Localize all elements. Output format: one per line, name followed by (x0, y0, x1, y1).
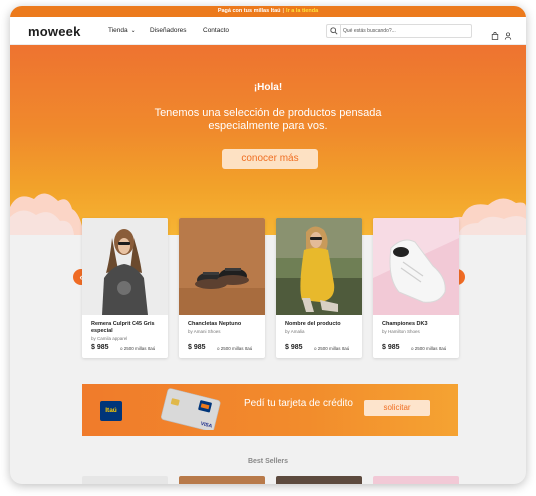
conocer-mas-button[interactable]: conocer más (222, 149, 318, 169)
product-card[interactable]: Chancletas Neptuno by Amani Shoes $ 985 … (179, 218, 265, 358)
product-price: $ 985 (188, 344, 206, 351)
product-card-peek (82, 476, 168, 484)
product-brand: by Amalia (285, 329, 305, 334)
product-price: $ 985 (382, 344, 400, 351)
itau-logo: Itaú (100, 401, 122, 421)
shopping-bag-icon[interactable] (491, 27, 499, 45)
product-name[interactable]: Remera Culprit C45 Gris especial (91, 321, 163, 334)
search-box[interactable] (326, 24, 472, 38)
product-name[interactable]: Nombre del producto (285, 321, 357, 328)
product-price: $ 985 (91, 344, 109, 351)
product-image[interactable] (373, 218, 459, 315)
product-image[interactable] (179, 218, 265, 315)
logo[interactable]: moweek (28, 24, 81, 39)
nav-link-disenadores[interactable]: Diseñadores (150, 27, 187, 34)
nav-link-contacto[interactable]: Contacto (203, 27, 229, 34)
best-sellers-title: Best Sellers (247, 458, 289, 465)
credit-card-image: VISA (161, 388, 221, 430)
chevron-down-icon: ⌄ (130, 28, 136, 34)
product-miles: o 2500 millas Itaú (120, 346, 156, 351)
hero-banner: ¡Hola! Tenemos una selección de producto… (10, 45, 526, 235)
hero-text: Tenemos una selección de productos pensa… (154, 107, 382, 132)
product-image[interactable] (276, 218, 362, 315)
hero-greeting: ¡Hola! (253, 82, 283, 93)
promo-bar: Pagá con tus millas Itaú | Ir a la tienda (10, 6, 526, 17)
nav-link-tienda[interactable]: Tienda ⌄ (108, 27, 136, 34)
product-name[interactable]: Championes DK3 (382, 321, 454, 328)
product-card-peek (179, 476, 265, 484)
product-brand: by Hamilton Shoes (382, 329, 420, 334)
browser-frame: Pagá con tus millas Itaú | Ir a la tienda … (10, 6, 526, 484)
product-miles: o 2500 millas Itaú (411, 346, 447, 351)
product-card[interactable]: Remera Culprit C45 Gris especial by Cami… (82, 218, 168, 358)
solicitar-button[interactable]: solicitar (364, 400, 430, 416)
product-card-peek (276, 476, 362, 484)
product-brand: by Amani Shoes (188, 329, 221, 334)
product-card[interactable]: Championes DK3 by Hamilton Shoes $ 985 o… (373, 218, 459, 358)
promo-separator: | (282, 8, 285, 14)
nav-link-tienda-label: Tienda (108, 27, 128, 34)
promo-text: Pagá con tus millas Itaú (217, 8, 281, 14)
product-miles: o 2500 millas Itaú (314, 346, 350, 351)
promo-link[interactable]: Ir a la tienda (286, 8, 318, 14)
user-icon[interactable] (504, 27, 512, 45)
search-input[interactable] (343, 25, 469, 37)
product-brand: by Camila apparel (91, 336, 128, 341)
product-name[interactable]: Chancletas Neptuno (188, 321, 260, 328)
navbar: moweek Tienda ⌄ Diseñadores Contacto (10, 17, 526, 45)
product-price: $ 985 (285, 344, 303, 351)
product-card[interactable]: Nombre del producto by Amalia $ 985 o 25… (276, 218, 362, 358)
search-icon[interactable] (327, 25, 341, 37)
product-miles: o 2500 millas Itaú (217, 346, 253, 351)
itau-credit-card-banner: Itaú VISA Pedí tu tarjeta de crédito sol… (82, 384, 458, 436)
product-card-peek (373, 476, 459, 484)
itau-banner-text: Pedí tu tarjeta de crédito (244, 398, 353, 409)
product-image[interactable] (82, 218, 168, 315)
